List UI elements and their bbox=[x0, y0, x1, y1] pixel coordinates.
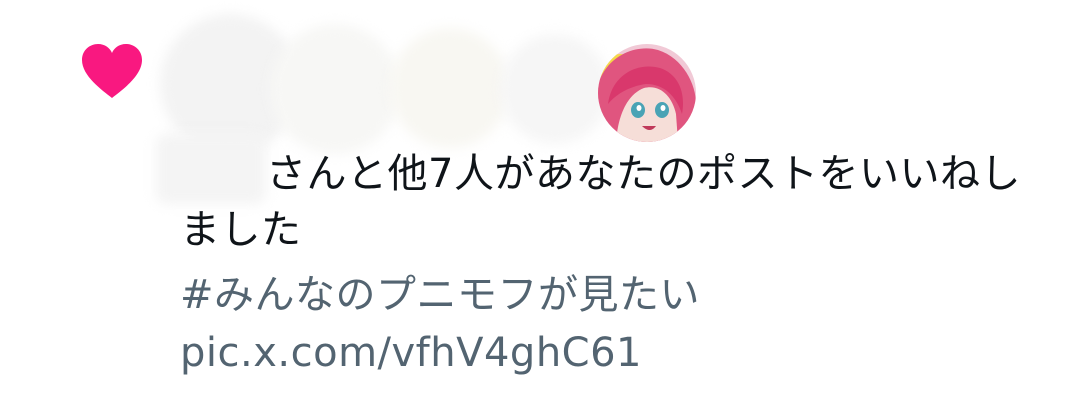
liked-post-text[interactable]: #みんなのプニモフが見たい pic.x.com/vfhV4ghC61 bbox=[180, 266, 1040, 382]
message-text: さんと他7人があなたのポストをいいねしました bbox=[180, 151, 1021, 253]
avatar-redacted[interactable] bbox=[270, 24, 400, 154]
notification-message: さんと他7人があなたのポストをいいねしました bbox=[180, 146, 1040, 258]
like-notification[interactable]: さんと他7人があなたのポストをいいねしました #みんなのプニモフが見たい pic… bbox=[0, 0, 1072, 414]
avatar[interactable] bbox=[598, 44, 696, 142]
heart-icon bbox=[82, 44, 142, 98]
hashtag-link[interactable]: #みんなのプニモフが見たい bbox=[180, 272, 700, 318]
anime-character-avatar-image bbox=[598, 44, 696, 142]
media-link[interactable]: pic.x.com/vfhV4ghC61 bbox=[180, 330, 642, 376]
avatar-redacted[interactable] bbox=[500, 34, 610, 144]
avatar-redacted[interactable] bbox=[390, 28, 510, 148]
